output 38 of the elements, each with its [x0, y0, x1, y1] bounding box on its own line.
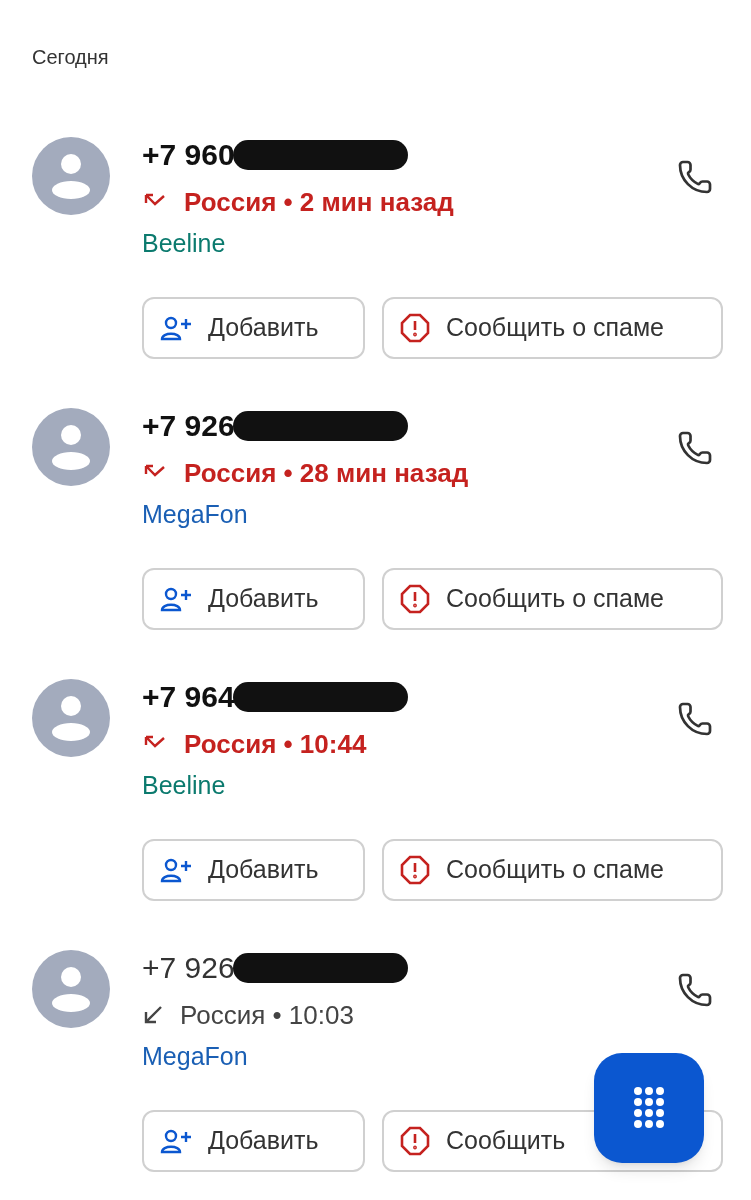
- dialpad-button[interactable]: [594, 1053, 704, 1163]
- phone-icon: [677, 972, 713, 1008]
- phone-number: +7 926: [142, 408, 235, 444]
- phone-number: +7 926: [142, 950, 235, 986]
- carrier-label: MegaFon: [142, 499, 248, 531]
- call-details: Россия • 10:03: [180, 998, 354, 1032]
- report-spam-button[interactable]: Сообщить о спаме: [382, 297, 723, 359]
- phone-icon: [677, 159, 713, 195]
- section-header: Сегодня: [32, 45, 110, 69]
- carrier-label: MegaFon: [142, 1041, 248, 1073]
- call-details: Россия • 10:44: [184, 727, 367, 761]
- spam-warning-icon: [400, 1126, 430, 1156]
- avatar-icon: [32, 950, 110, 1028]
- add-contact-icon: [160, 1128, 192, 1154]
- phone-icon: [677, 701, 713, 737]
- add-contact-button[interactable]: Добавить: [142, 1110, 365, 1172]
- avatar-icon: [32, 408, 110, 486]
- spam-warning-icon: [400, 855, 430, 885]
- report-spam-button[interactable]: Сообщить о спаме: [382, 839, 723, 901]
- call-details: Россия • 28 мин назад: [184, 456, 469, 490]
- phone-icon: [677, 430, 713, 466]
- dialpad-icon: [633, 1086, 665, 1130]
- add-contact-icon: [160, 857, 192, 883]
- spam-warning-icon: [400, 313, 430, 343]
- phone-number: +7 964: [142, 679, 235, 715]
- spam-warning-icon: [400, 584, 430, 614]
- add-contact-icon: [160, 315, 192, 341]
- avatar-icon: [32, 679, 110, 757]
- carrier-label: Beeline: [142, 228, 226, 260]
- add-contact-button[interactable]: Добавить: [142, 297, 365, 359]
- report-spam-button[interactable]: Сообщить о спаме: [382, 568, 723, 630]
- add-contact-button[interactable]: Добавить: [142, 568, 365, 630]
- phone-number: +7 960: [142, 137, 235, 173]
- avatar-icon: [32, 137, 110, 215]
- add-contact-icon: [160, 586, 192, 612]
- carrier-label: Beeline: [142, 770, 226, 802]
- add-contact-button[interactable]: Добавить: [142, 839, 365, 901]
- call-details: Россия • 2 мин назад: [184, 185, 454, 219]
